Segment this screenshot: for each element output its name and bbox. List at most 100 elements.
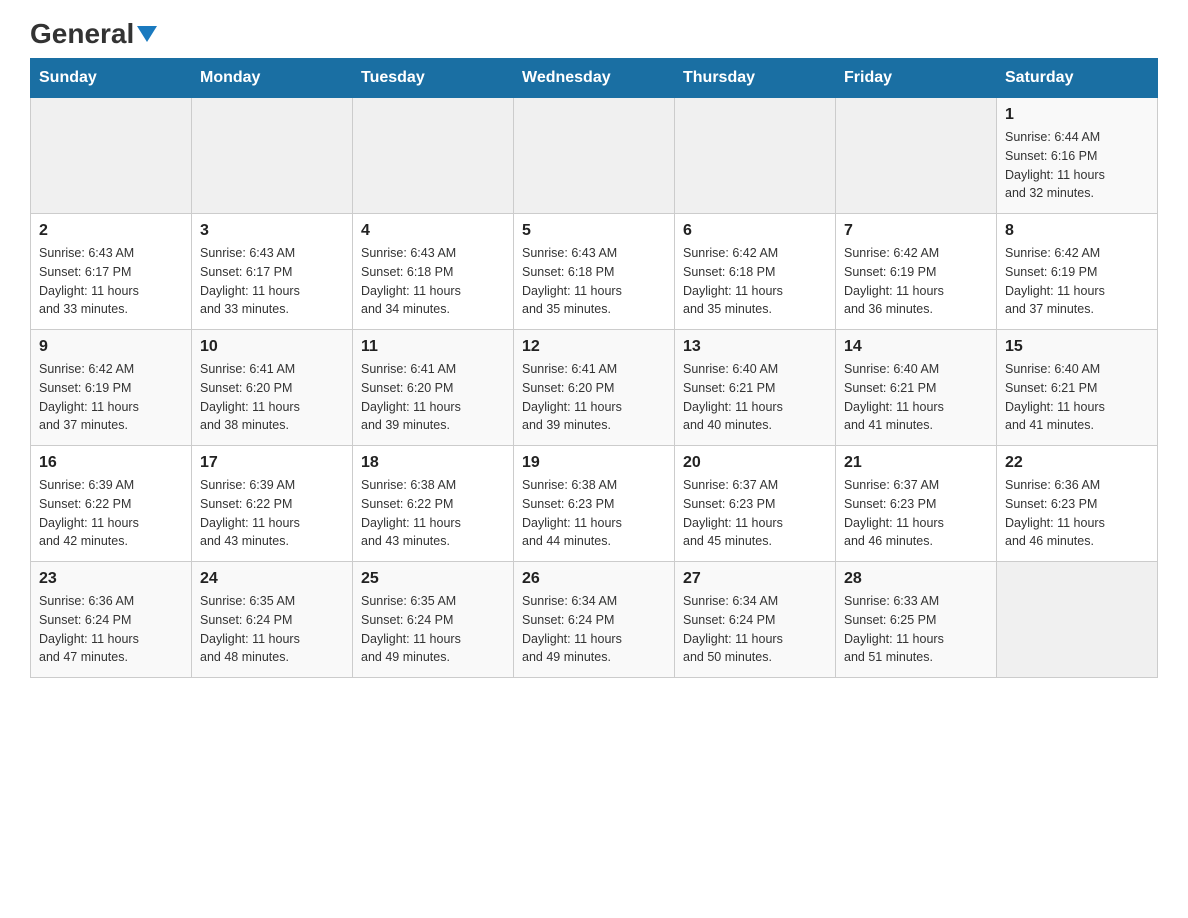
day-info: Sunrise: 6:37 AM Sunset: 6:23 PM Dayligh… <box>683 476 827 551</box>
calendar-cell: 28 Sunrise: 6:33 AM Sunset: 6:25 PM Dayli… <box>836 562 997 678</box>
calendar-week-4: 16 Sunrise: 6:39 AM Sunset: 6:22 PM Dayli… <box>31 446 1158 562</box>
weekday-header-tuesday: Tuesday <box>353 59 514 98</box>
day-info: Sunrise: 6:40 AM Sunset: 6:21 PM Dayligh… <box>683 360 827 435</box>
day-number: 18 <box>361 454 505 472</box>
day-info: Sunrise: 6:41 AM Sunset: 6:20 PM Dayligh… <box>522 360 666 435</box>
calendar-cell: 1 Sunrise: 6:44 AM Sunset: 6:16 PM Daylig… <box>997 98 1158 214</box>
weekday-header-friday: Friday <box>836 59 997 98</box>
calendar-table: SundayMondayTuesdayWednesdayThursdayFrid… <box>30 58 1158 678</box>
day-info: Sunrise: 6:35 AM Sunset: 6:24 PM Dayligh… <box>361 592 505 667</box>
day-info: Sunrise: 6:38 AM Sunset: 6:23 PM Dayligh… <box>522 476 666 551</box>
day-number: 16 <box>39 454 183 472</box>
day-info: Sunrise: 6:38 AM Sunset: 6:22 PM Dayligh… <box>361 476 505 551</box>
calendar-cell: 11 Sunrise: 6:41 AM Sunset: 6:20 PM Dayli… <box>353 330 514 446</box>
day-number: 27 <box>683 570 827 588</box>
calendar-cell: 25 Sunrise: 6:35 AM Sunset: 6:24 PM Dayli… <box>353 562 514 678</box>
day-number: 13 <box>683 338 827 356</box>
calendar-cell: 27 Sunrise: 6:34 AM Sunset: 6:24 PM Dayli… <box>675 562 836 678</box>
day-number: 22 <box>1005 454 1149 472</box>
day-number: 9 <box>39 338 183 356</box>
day-number: 14 <box>844 338 988 356</box>
calendar-cell: 18 Sunrise: 6:38 AM Sunset: 6:22 PM Dayli… <box>353 446 514 562</box>
day-number: 11 <box>361 338 505 356</box>
day-info: Sunrise: 6:39 AM Sunset: 6:22 PM Dayligh… <box>200 476 344 551</box>
day-number: 17 <box>200 454 344 472</box>
day-number: 25 <box>361 570 505 588</box>
calendar-cell: 2Sunrise: 6:43 AM Sunset: 6:17 PM Daylig… <box>31 214 192 330</box>
calendar-cell: 6 Sunrise: 6:42 AM Sunset: 6:18 PM Daylig… <box>675 214 836 330</box>
day-info: Sunrise: 6:40 AM Sunset: 6:21 PM Dayligh… <box>1005 360 1149 435</box>
calendar-cell: 9 Sunrise: 6:42 AM Sunset: 6:19 PM Daylig… <box>31 330 192 446</box>
day-info: Sunrise: 6:34 AM Sunset: 6:24 PM Dayligh… <box>522 592 666 667</box>
day-number: 3 <box>200 222 344 240</box>
calendar-cell: 14 Sunrise: 6:40 AM Sunset: 6:21 PM Dayli… <box>836 330 997 446</box>
calendar-cell: 15 Sunrise: 6:40 AM Sunset: 6:21 PM Dayli… <box>997 330 1158 446</box>
day-info: Sunrise: 6:35 AM Sunset: 6:24 PM Dayligh… <box>200 592 344 667</box>
weekday-header-thursday: Thursday <box>675 59 836 98</box>
day-info: Sunrise: 6:43 AM Sunset: 6:17 PM Dayligh… <box>200 244 344 319</box>
calendar-cell: 21Sunrise: 6:37 AM Sunset: 6:23 PM Dayli… <box>836 446 997 562</box>
day-number: 12 <box>522 338 666 356</box>
day-info: Sunrise: 6:42 AM Sunset: 6:19 PM Dayligh… <box>844 244 988 319</box>
day-number: 8 <box>1005 222 1149 240</box>
day-info: Sunrise: 6:36 AM Sunset: 6:23 PM Dayligh… <box>1005 476 1149 551</box>
calendar-cell: 20 Sunrise: 6:37 AM Sunset: 6:23 PM Dayli… <box>675 446 836 562</box>
calendar-cell: 23Sunrise: 6:36 AM Sunset: 6:24 PM Dayli… <box>31 562 192 678</box>
day-number: 15 <box>1005 338 1149 356</box>
day-info: Sunrise: 6:33 AM Sunset: 6:25 PM Dayligh… <box>844 592 988 667</box>
calendar-cell: 24 Sunrise: 6:35 AM Sunset: 6:24 PM Dayli… <box>192 562 353 678</box>
calendar-week-5: 23Sunrise: 6:36 AM Sunset: 6:24 PM Dayli… <box>31 562 1158 678</box>
day-number: 10 <box>200 338 344 356</box>
day-info: Sunrise: 6:41 AM Sunset: 6:20 PM Dayligh… <box>361 360 505 435</box>
calendar-cell: 4 Sunrise: 6:43 AM Sunset: 6:18 PM Daylig… <box>353 214 514 330</box>
day-info: Sunrise: 6:37 AM Sunset: 6:23 PM Dayligh… <box>844 476 988 551</box>
day-info: Sunrise: 6:43 AM Sunset: 6:18 PM Dayligh… <box>361 244 505 319</box>
weekday-header-monday: Monday <box>192 59 353 98</box>
calendar-cell: 5Sunrise: 6:43 AM Sunset: 6:18 PM Daylig… <box>514 214 675 330</box>
page-header: General <box>30 20 1158 48</box>
calendar-cell: 26 Sunrise: 6:34 AM Sunset: 6:24 PM Dayli… <box>514 562 675 678</box>
day-number: 26 <box>522 570 666 588</box>
day-info: Sunrise: 6:41 AM Sunset: 6:20 PM Dayligh… <box>200 360 344 435</box>
day-number: 5 <box>522 222 666 240</box>
day-number: 4 <box>361 222 505 240</box>
logo: General <box>30 20 157 48</box>
day-number: 20 <box>683 454 827 472</box>
day-info: Sunrise: 6:34 AM Sunset: 6:24 PM Dayligh… <box>683 592 827 667</box>
calendar-cell: 12 Sunrise: 6:41 AM Sunset: 6:20 PM Dayli… <box>514 330 675 446</box>
calendar-cell <box>836 98 997 214</box>
calendar-cell: 7 Sunrise: 6:42 AM Sunset: 6:19 PM Daylig… <box>836 214 997 330</box>
day-number: 1 <box>1005 106 1149 124</box>
calendar-week-1: 1 Sunrise: 6:44 AM Sunset: 6:16 PM Daylig… <box>31 98 1158 214</box>
weekday-header-saturday: Saturday <box>997 59 1158 98</box>
day-info: Sunrise: 6:42 AM Sunset: 6:18 PM Dayligh… <box>683 244 827 319</box>
day-number: 24 <box>200 570 344 588</box>
calendar-cell: 3 Sunrise: 6:43 AM Sunset: 6:17 PM Daylig… <box>192 214 353 330</box>
day-number: 7 <box>844 222 988 240</box>
day-info: Sunrise: 6:44 AM Sunset: 6:16 PM Dayligh… <box>1005 128 1149 203</box>
day-number: 28 <box>844 570 988 588</box>
calendar-cell: 19 Sunrise: 6:38 AM Sunset: 6:23 PM Dayli… <box>514 446 675 562</box>
calendar-cell: 13 Sunrise: 6:40 AM Sunset: 6:21 PM Dayli… <box>675 330 836 446</box>
calendar-header: SundayMondayTuesdayWednesdayThursdayFrid… <box>31 59 1158 98</box>
logo-general-text: General <box>30 20 157 48</box>
day-number: 19 <box>522 454 666 472</box>
calendar-cell <box>675 98 836 214</box>
calendar-week-2: 2Sunrise: 6:43 AM Sunset: 6:17 PM Daylig… <box>31 214 1158 330</box>
day-info: Sunrise: 6:43 AM Sunset: 6:17 PM Dayligh… <box>39 244 183 319</box>
calendar-cell <box>31 98 192 214</box>
calendar-cell: 16 Sunrise: 6:39 AM Sunset: 6:22 PM Dayli… <box>31 446 192 562</box>
day-info: Sunrise: 6:42 AM Sunset: 6:19 PM Dayligh… <box>1005 244 1149 319</box>
day-info: Sunrise: 6:39 AM Sunset: 6:22 PM Dayligh… <box>39 476 183 551</box>
day-info: Sunrise: 6:42 AM Sunset: 6:19 PM Dayligh… <box>39 360 183 435</box>
day-number: 6 <box>683 222 827 240</box>
calendar-cell: 10 Sunrise: 6:41 AM Sunset: 6:20 PM Dayli… <box>192 330 353 446</box>
calendar-cell <box>514 98 675 214</box>
calendar-cell <box>997 562 1158 678</box>
calendar-cell <box>192 98 353 214</box>
calendar-cell: 22 Sunrise: 6:36 AM Sunset: 6:23 PM Dayli… <box>997 446 1158 562</box>
day-info: Sunrise: 6:36 AM Sunset: 6:24 PM Dayligh… <box>39 592 183 667</box>
calendar-cell: 17 Sunrise: 6:39 AM Sunset: 6:22 PM Dayli… <box>192 446 353 562</box>
weekday-header-sunday: Sunday <box>31 59 192 98</box>
day-info: Sunrise: 6:40 AM Sunset: 6:21 PM Dayligh… <box>844 360 988 435</box>
